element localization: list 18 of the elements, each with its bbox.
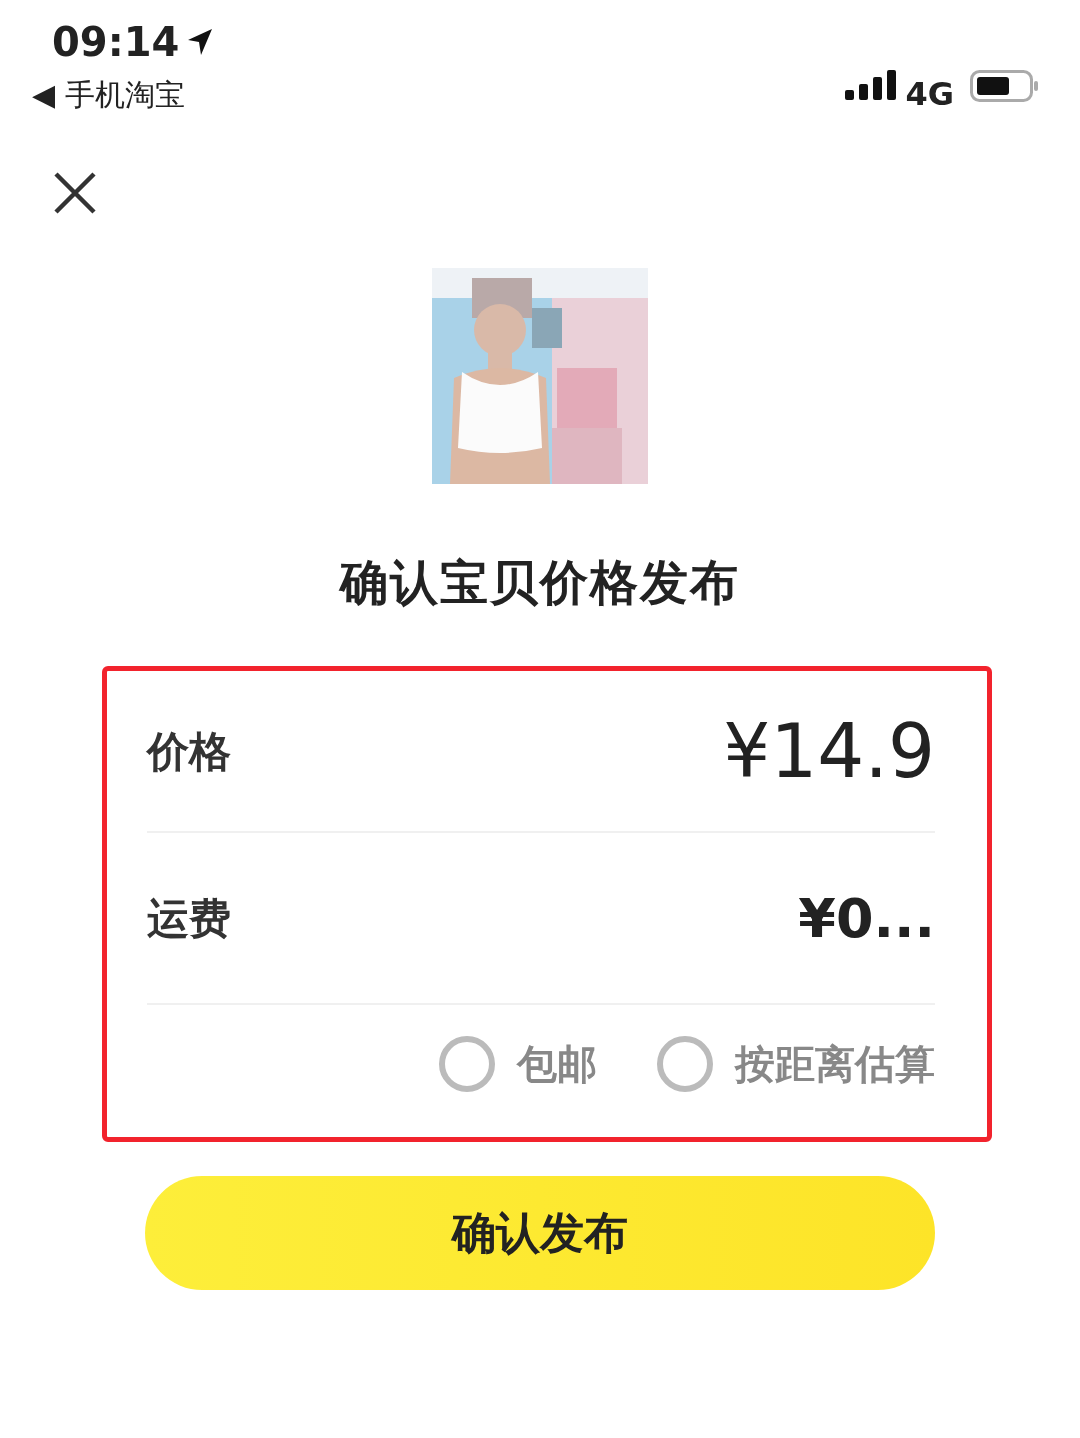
- battery-icon: [970, 70, 1038, 102]
- field-label: 运费: [147, 892, 231, 945]
- network-type: 4G: [905, 74, 954, 115]
- status-time: 09:14: [51, 22, 180, 62]
- field-value[interactable]: ¥0...: [798, 877, 935, 959]
- option-label[interactable]: 按距离估算: [735, 1034, 935, 1094]
- page-title: 确认宝贝价格发布: [337, 553, 741, 612]
- radio-button[interactable]: [439, 1036, 495, 1092]
- close-icon: [52, 170, 98, 216]
- back-to-app-link[interactable]: ◀ 手机淘宝: [32, 72, 214, 117]
- field-value[interactable]: ¥14.9: [723, 695, 935, 807]
- option-label[interactable]: 包邮: [517, 1034, 597, 1094]
- location-arrow-icon: [187, 28, 214, 56]
- field-label: 价格: [147, 725, 231, 778]
- radio-button[interactable]: [657, 1036, 713, 1092]
- close-button[interactable]: [52, 170, 98, 216]
- publish-button[interactable]: 确认发布: [145, 1176, 935, 1290]
- signal-icon: [845, 70, 898, 100]
